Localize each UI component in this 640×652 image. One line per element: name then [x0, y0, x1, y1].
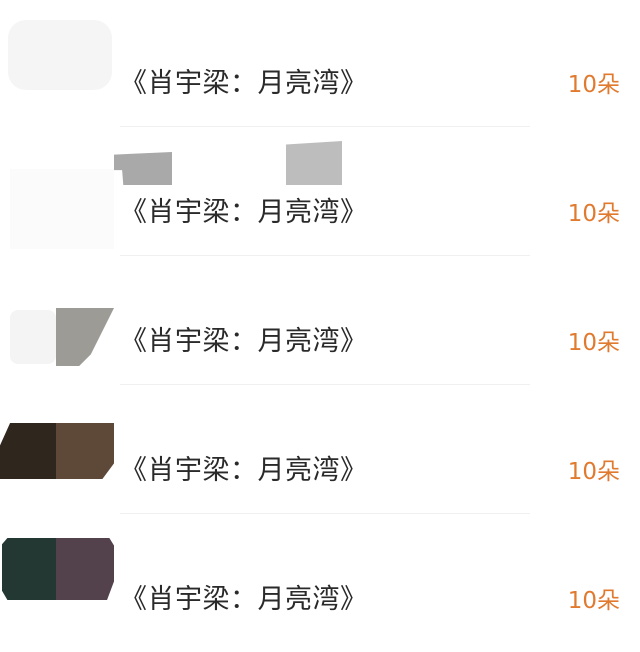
divider — [120, 513, 530, 514]
redacted-patch — [286, 141, 342, 185]
avatar-blur-block — [56, 423, 114, 479]
avatar-blur-block — [56, 538, 114, 600]
avatar-blur-block — [10, 169, 114, 249]
divider — [120, 384, 530, 385]
item-title: 《肖宇梁：月亮湾》 — [120, 584, 368, 615]
item-title: 《肖宇梁：月亮湾》 — [120, 326, 368, 357]
item-count: 10朵 — [567, 201, 620, 227]
list-item[interactable]: 《肖宇梁：月亮湾》 10朵 — [0, 516, 640, 645]
avatar[interactable] — [0, 423, 114, 479]
avatar-blur-block — [0, 423, 56, 479]
item-title: 《肖宇梁：月亮湾》 — [120, 197, 368, 228]
redacted-patch — [114, 152, 172, 185]
avatar[interactable] — [10, 169, 114, 249]
avatar-blur-block — [56, 308, 114, 366]
list-item[interactable]: 《肖宇梁：月亮湾》 10朵 — [0, 387, 640, 516]
item-count: 10朵 — [567, 588, 620, 614]
list-item[interactable]: 《肖宇梁：月亮湾》 10朵 — [0, 0, 640, 129]
avatar-blur-block — [8, 20, 112, 90]
avatar-blur-block — [10, 310, 56, 364]
avatar[interactable] — [8, 20, 112, 90]
list-item[interactable]: 《肖宇梁：月亮湾》 10朵 — [0, 258, 640, 387]
divider — [120, 126, 530, 127]
avatar-blur-block — [2, 538, 56, 600]
list-item[interactable]: 《肖宇梁：月亮湾》 10朵 — [0, 129, 640, 258]
avatar[interactable] — [10, 308, 114, 368]
divider — [120, 255, 530, 256]
item-title: 《肖宇梁：月亮湾》 — [120, 455, 368, 486]
item-count: 10朵 — [567, 330, 620, 356]
item-count: 10朵 — [567, 459, 620, 485]
avatar[interactable] — [2, 538, 114, 600]
item-title: 《肖宇梁：月亮湾》 — [120, 68, 368, 99]
item-count: 10朵 — [567, 72, 620, 98]
gift-list: 《肖宇梁：月亮湾》 10朵 《肖宇梁：月亮湾》 10朵 《肖宇梁：月亮湾》 10… — [0, 0, 640, 652]
